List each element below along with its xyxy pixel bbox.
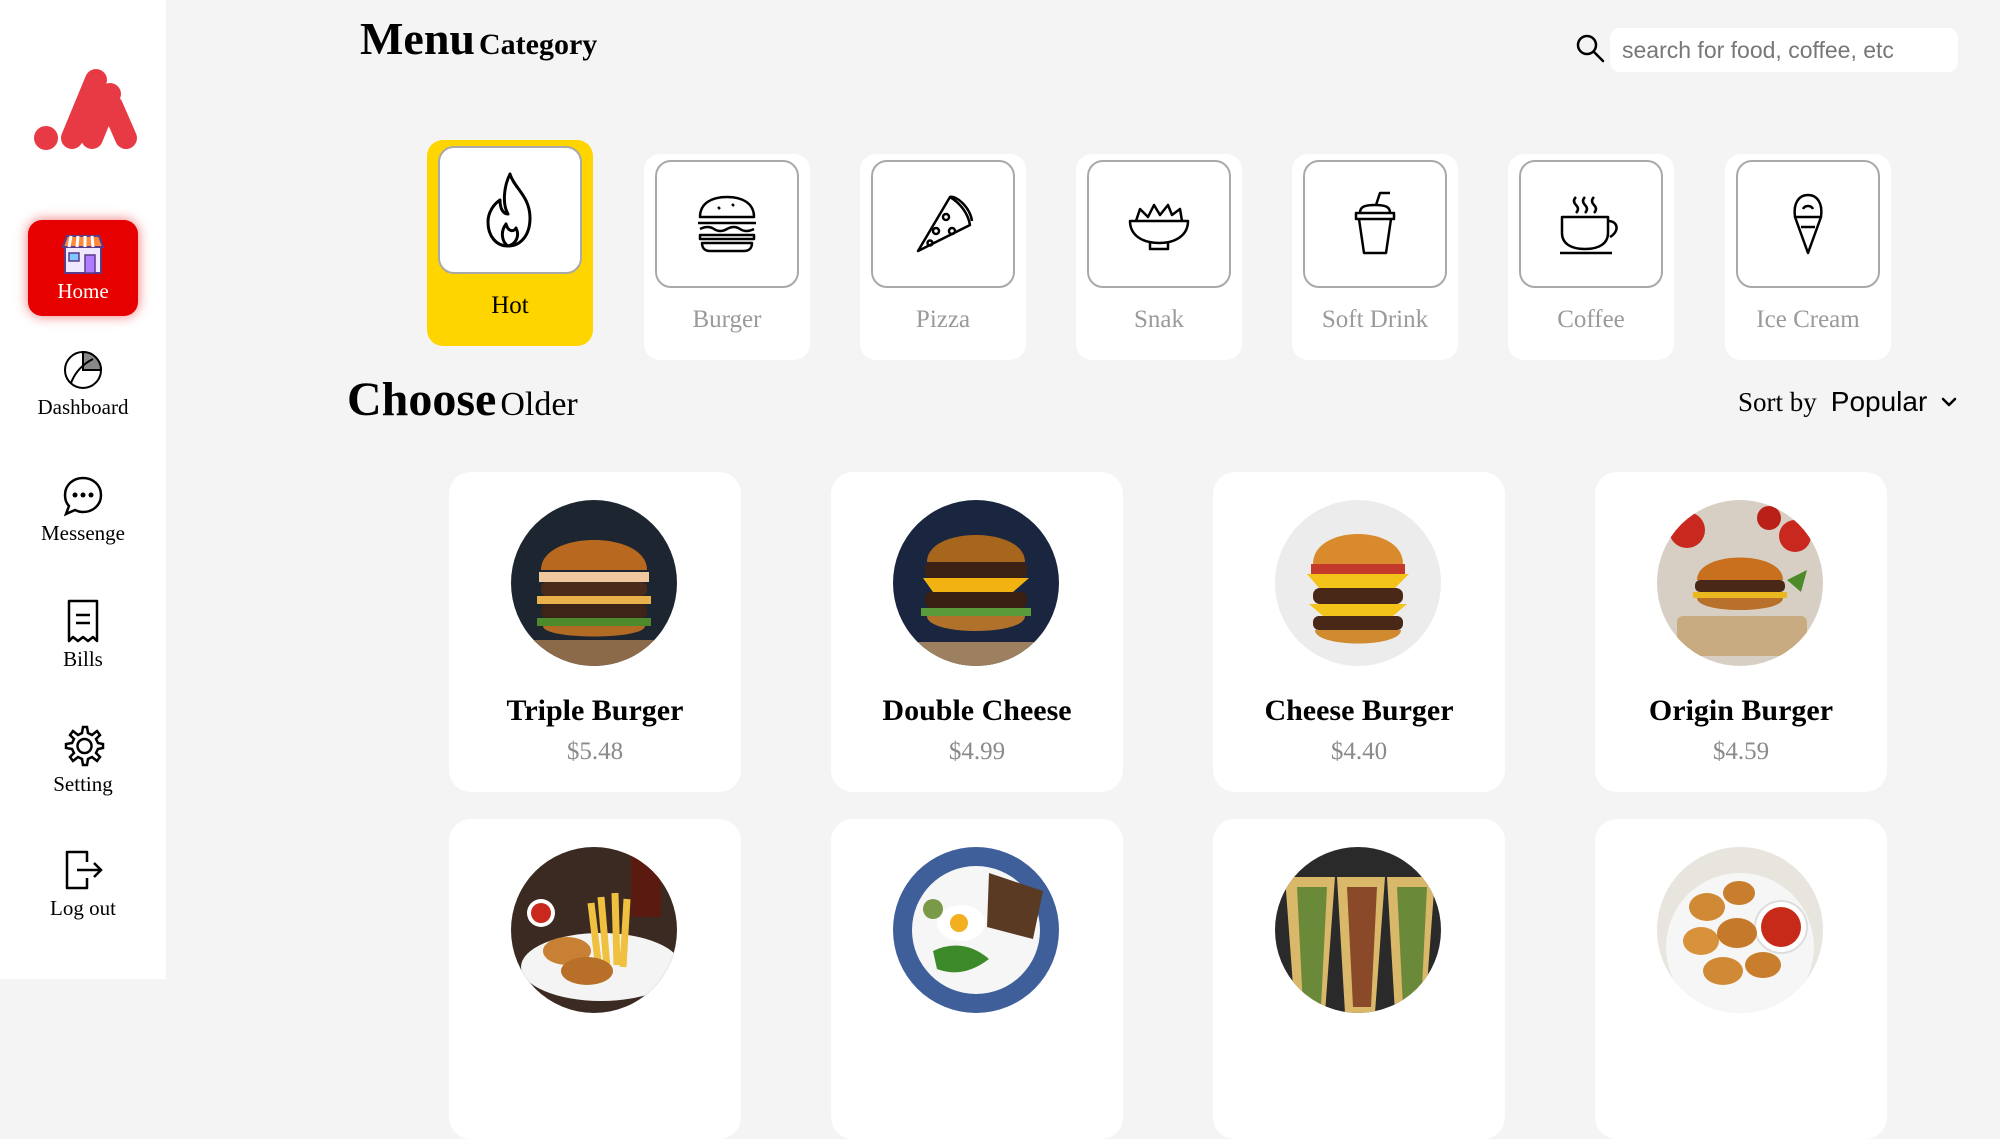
category-tile [1303,160,1447,288]
category-label: Burger [692,306,762,333]
nav-messenge[interactable]: Messenge [28,462,138,558]
category-hot[interactable]: Hot [427,140,593,346]
product-card[interactable]: Double Cheese $4.99 [831,472,1123,792]
product-photo [1657,500,1823,666]
category-ice-cream[interactable]: Ice Cream [1725,154,1891,360]
nav-label: Log out [50,895,116,920]
product-name: Cheese Burger [1264,694,1454,727]
flame-icon [486,172,532,248]
section-title-sub: Older [500,386,578,423]
burger-icon [698,195,756,253]
product-price: $4.99 [948,738,1006,765]
coffee-cup-icon [1560,196,1618,255]
product-photo [1657,847,1823,1013]
product-card[interactable]: Origin Burger $4.59 [1595,472,1887,792]
nav-bills[interactable]: Bills [28,587,138,683]
product-photo [1275,500,1441,666]
sidebar: Home Dashboard Messenge Bills Setting Lo… [0,0,166,979]
product-card[interactable]: Triple Burger $5.48 [449,472,741,792]
category-soft-drink[interactable]: Soft Drink [1292,154,1458,360]
section-title-main: Choose [347,373,497,426]
product-price: $5.48 [566,738,624,765]
nav-dashboard[interactable]: Dashboard [28,336,138,432]
ice-cream-cone-icon [1793,193,1823,255]
store-icon [61,234,105,274]
nav-label: Dashboard [37,394,129,419]
product-photo [511,847,677,1013]
category-label: Snak [1134,306,1184,333]
nav-setting[interactable]: Setting [28,712,138,808]
sort-value: Popular [1830,386,1928,417]
product-card[interactable] [449,819,741,1139]
product-name: Triple Burger [506,694,684,727]
product-name: Double Cheese [882,694,1072,727]
sort-label: Sort by [1738,386,1817,417]
soft-drink-cup-icon [1354,191,1396,255]
nav-label: Home [57,278,109,303]
category-label: Coffee [1557,306,1625,333]
category-snak[interactable]: Snak [1076,154,1242,360]
snack-bowl-icon [1128,203,1190,251]
category-tile [1519,160,1663,288]
receipt-icon [67,599,99,642]
page-title-main: Menu [360,13,475,64]
product-name: Origin Burger [1648,694,1834,727]
nav-logout[interactable]: Log out [28,836,138,932]
category-tile [1087,160,1231,288]
brand-logo[interactable] [32,66,138,152]
pizza-slice-icon [916,195,974,253]
page-title-sub: Category [479,28,598,61]
sort-dropdown[interactable]: Sort by Popular [1738,386,1957,418]
nav-label: Messenge [41,520,125,545]
chevron-down-icon [1942,397,1957,407]
product-card[interactable] [1213,819,1505,1139]
product-photo [893,847,1059,1013]
category-tile [871,160,1015,288]
product-card[interactable] [831,819,1123,1139]
category-label: Ice Cream [1756,306,1860,333]
category-pizza[interactable]: Pizza [860,154,1026,360]
section-title: Choose Older [347,372,578,427]
nav-label: Setting [53,771,113,796]
category-tile [655,160,799,288]
nav-label: Bills [63,646,103,671]
product-price: $4.40 [1330,738,1388,765]
product-photo [511,500,677,666]
nav-home[interactable]: Home [28,220,138,316]
product-photo [893,500,1059,666]
category-label: Pizza [915,306,971,333]
product-card[interactable] [1595,819,1887,1139]
pie-chart-icon [64,350,103,389]
category-burger[interactable]: Burger [644,154,810,360]
search-input[interactable] [1610,28,1958,72]
chat-bubble-icon [63,476,103,516]
page-title: Menu Category [360,12,597,65]
category-tile [438,146,582,274]
gear-icon [64,725,105,766]
product-card[interactable]: Cheese Burger $4.40 [1213,472,1505,792]
category-label: Hot [491,292,529,319]
category-coffee[interactable]: Coffee [1508,154,1674,360]
category-tile [1736,160,1880,288]
product-price: $4.59 [1712,738,1770,765]
search-icon[interactable] [1574,32,1606,64]
category-label: Soft Drink [1321,306,1429,333]
logout-icon [65,850,103,889]
product-photo [1275,847,1441,1013]
